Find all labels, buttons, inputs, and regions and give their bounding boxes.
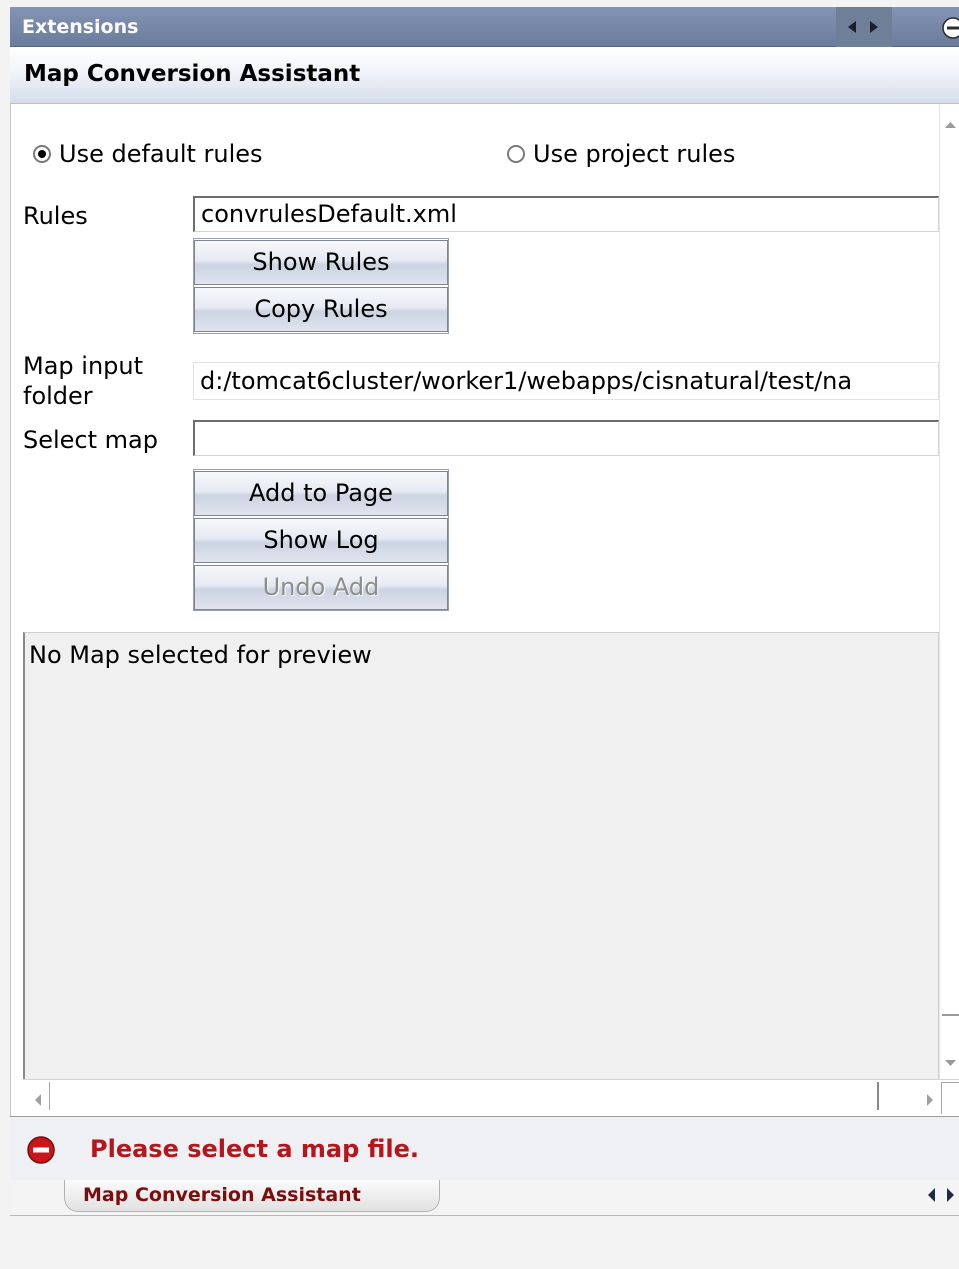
map-input-folder-label-2: folder bbox=[23, 382, 93, 410]
tab-map-conversion-assistant[interactable]: Map Conversion Assistant bbox=[64, 1180, 440, 1212]
vertical-scrollbar[interactable] bbox=[939, 104, 959, 1089]
extensions-window: Extensions Map Conversion Assistant Use … bbox=[0, 0, 959, 1269]
scroll-down-icon[interactable] bbox=[940, 1054, 959, 1074]
map-preview-area: No Map selected for preview bbox=[23, 632, 939, 1112]
select-map-label: Select map bbox=[23, 426, 158, 454]
panel-content: Use default rules Use project rules Rule… bbox=[10, 104, 959, 1116]
project-rules-radio[interactable]: Use project rules bbox=[507, 140, 735, 168]
default-rules-radio[interactable]: Use default rules bbox=[33, 140, 263, 168]
map-input-folder-label-1: Map input bbox=[23, 352, 144, 380]
panel-header: Map Conversion Assistant bbox=[10, 47, 959, 104]
footer-area bbox=[10, 1216, 959, 1269]
extensions-header: Extensions bbox=[10, 7, 959, 47]
scroll-up-icon[interactable] bbox=[940, 114, 959, 134]
extensions-title: Extensions bbox=[22, 16, 139, 38]
preview-text: No Map selected for preview bbox=[29, 641, 372, 669]
scroll-right-icon[interactable] bbox=[919, 1090, 939, 1110]
default-rules-label: Use default rules bbox=[59, 140, 263, 168]
tab-scroll-arrows-icon[interactable] bbox=[926, 1186, 959, 1204]
scroll-left-icon[interactable] bbox=[29, 1090, 49, 1110]
h-scroll-thumb[interactable] bbox=[49, 1082, 879, 1110]
rules-label: Rules bbox=[23, 202, 88, 230]
copy-rules-button[interactable]: Copy Rules bbox=[194, 287, 448, 332]
undo-add-button[interactable]: Undo Add bbox=[194, 565, 448, 610]
tab-label: Map Conversion Assistant bbox=[83, 1184, 361, 1206]
scroll-thumb[interactable] bbox=[942, 136, 959, 1016]
show-rules-button[interactable]: Show Rules bbox=[194, 240, 448, 285]
show-log-button[interactable]: Show Log bbox=[194, 518, 448, 563]
error-icon bbox=[27, 1136, 55, 1164]
radio-unchecked-icon bbox=[507, 145, 525, 163]
rules-select[interactable]: convrulesDefault.xml bbox=[193, 196, 939, 232]
panel-title: Map Conversion Assistant bbox=[24, 61, 361, 87]
nav-left-right-icon bbox=[848, 21, 878, 33]
map-input-folder-field[interactable]: d:/tomcat6cluster/worker1/webapps/cisnat… bbox=[193, 362, 939, 400]
status-message: Please select a map file. bbox=[90, 1135, 420, 1163]
radio-checked-icon bbox=[33, 145, 51, 163]
nav-arrows[interactable] bbox=[836, 7, 892, 47]
status-bar: Please select a map file. bbox=[10, 1116, 959, 1182]
add-to-page-button[interactable]: Add to Page bbox=[194, 471, 448, 516]
map-button-group: Add to Page Show Log Undo Add bbox=[193, 469, 449, 611]
collapse-icon[interactable] bbox=[942, 17, 959, 39]
rules-button-group: Show Rules Copy Rules bbox=[193, 238, 449, 334]
project-rules-label: Use project rules bbox=[533, 140, 736, 168]
scroll-corner bbox=[941, 1082, 959, 1114]
select-map-dropdown[interactable] bbox=[193, 420, 939, 456]
tab-bar: Map Conversion Assistant bbox=[10, 1180, 959, 1216]
horizontal-scrollbar[interactable] bbox=[23, 1079, 959, 1115]
